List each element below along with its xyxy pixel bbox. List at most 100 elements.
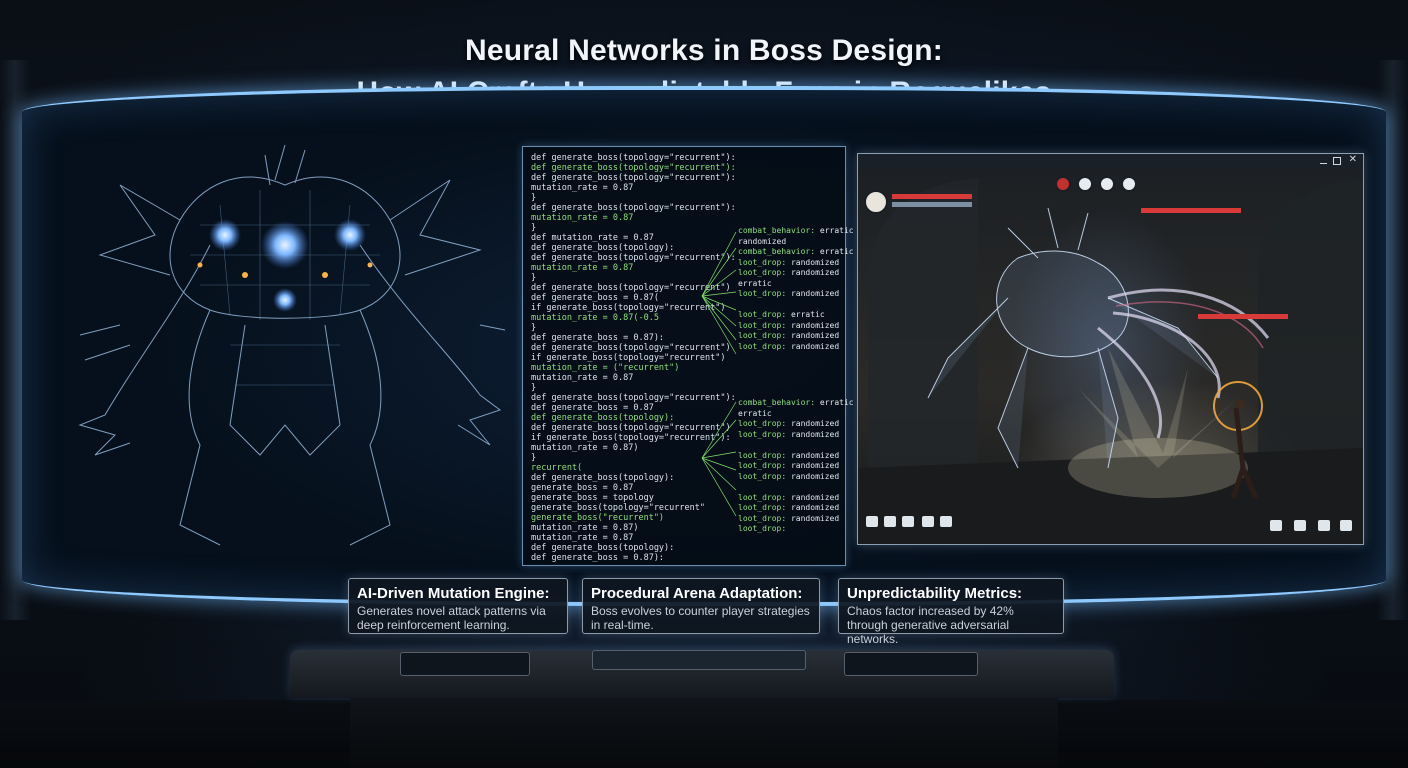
annotation-value: randomized [790,257,840,267]
code-line: mutation_rate = 0.87) [531,443,639,453]
minimize-icon[interactable] [1320,156,1327,164]
annotation-label: loot_drop: randomized [738,419,839,428]
code-line: mutation_rate = 0.87(-0.5 [531,313,659,323]
skill-slot-3[interactable] [902,516,914,527]
annotation-value: randomized [790,341,840,351]
card-body: Boss evolves to counter player strategie… [591,604,810,632]
status-icon-shield[interactable] [1077,176,1093,192]
status-icon-red[interactable] [1055,176,1071,192]
annotation-value: randomized [790,471,840,481]
annotation-key: loot_drop: [738,471,791,481]
skill-slot-2[interactable] [884,516,896,527]
annotation-key: loot_drop: [738,461,791,470]
annotation-value: erratic [819,226,854,235]
annotation-value: randomized [790,429,840,439]
annotation-key: loot_drop: [738,492,791,502]
annotation-value: randomized [790,289,840,298]
annotation-key: loot_drop: [738,419,791,428]
card-body: Chaos factor increased by 42% through ge… [847,604,1014,646]
annotation-key: loot_drop: [738,331,791,340]
card-body: Generates novel attack patterns via deep… [357,604,546,632]
boss-shield-bar [1198,314,1288,319]
console-right[interactable] [844,652,978,676]
boss-health-bar [1141,208,1241,213]
annotation-connectors [701,231,737,517]
status-icon-skill[interactable] [1099,176,1115,192]
annotation-key: loot_drop: [738,503,791,512]
annotation-key: combat_behavior: [738,247,820,256]
game-window[interactable]: ✕ [857,153,1364,545]
annotation-key: loot_drop: [738,450,791,460]
annotation-value: randomized [790,461,840,470]
player-mana-bar [892,202,972,207]
code-line: def generate_boss = 0.87): [531,553,665,563]
boss-hologram [78,144,506,546]
console-center[interactable] [592,650,806,670]
annotation-value: randomized [790,513,840,523]
annotation-label: combat_behavior: erratic [738,226,854,235]
game-titlebar: ✕ [858,154,1363,169]
game-viewport[interactable] [858,168,1363,544]
annotation-value: erratic [738,408,772,418]
phone-icon[interactable] [1270,520,1282,531]
annotation-label: loot_drop: randomized [738,503,839,512]
skill-slot-5[interactable] [940,516,952,527]
annotation-value: randomized [790,419,840,428]
info-card-metrics: Unpredictability Metrics: Chaos factor i… [838,578,1064,646]
annotation-value: randomized [738,236,787,246]
annotation-key: loot_drop: [738,289,791,298]
annotation-label: loot_drop: randomized [738,342,839,351]
info-card-arena: Procedural Arena Adaptation: Boss evolve… [582,578,820,634]
battle-scene [858,178,1363,544]
skill-slot-1[interactable] [866,516,878,527]
annotation-value: randomized [790,320,840,330]
annotation-value: randomized [790,268,840,277]
annotation-key: loot_drop: [738,257,791,267]
code-line: mutation_rate = 0.87 [531,373,634,383]
annotation-key: loot_drop: [738,320,791,330]
camera-icon[interactable] [1294,520,1306,531]
skill-slot-4[interactable] [922,516,934,527]
annotation-label: loot_drop: randomized [738,514,839,523]
annotation-value: erratic [738,278,772,288]
annotation-value: randomized [790,503,840,512]
annotation-label: randomized [738,237,786,246]
console-left[interactable] [400,652,530,676]
annotation-label: loot_drop: randomized [738,289,839,298]
annotation-label: loot_drop: randomized [738,321,839,330]
player-health-bar [892,194,972,199]
annotation-value: erratic [819,247,854,256]
annotation-value: erratic [790,310,825,319]
annotation-label: loot_drop: randomized [738,472,839,481]
annotation-label: loot_drop: randomized [738,493,839,502]
annotation-value: erratic [819,398,854,407]
annotation-key: loot_drop: [738,524,787,533]
exit-icon[interactable] [1340,520,1352,531]
maximize-icon[interactable] [1333,157,1341,165]
annotation-key: loot_drop: [738,429,791,439]
annotation-label: loot_drop: [738,524,786,533]
annotation-label: loot_drop: randomized [738,268,839,277]
annotation-key: loot_drop: [738,268,791,277]
annotation-key: loot_drop: [738,513,791,523]
annotation-key: combat_behavior: [738,398,820,407]
annotation-label: combat_behavior: erratic [738,247,854,256]
annotation-value: randomized [790,331,840,340]
annotation-key: combat_behavior: [738,226,820,235]
annotation-label: loot_drop: erratic [738,310,825,319]
card-title: Unpredictability Metrics: [847,585,1023,602]
annotation-label: loot_drop: randomized [738,331,839,340]
annotation-key: loot_drop: [738,341,791,351]
status-icon-buff[interactable] [1121,176,1137,192]
control-desk [290,650,1114,698]
close-icon[interactable]: ✕ [1349,154,1357,166]
annotation-value: randomized [790,450,840,460]
info-card-mutation: AI-Driven Mutation Engine: Generates nov… [348,578,568,634]
card-title: AI-Driven Mutation Engine: [357,585,550,602]
settings-icon[interactable] [1318,520,1330,531]
card-title: Procedural Arena Adaptation: [591,585,803,602]
annotation-label: loot_drop: randomized [738,258,839,267]
code-line: mutation_rate = 0.87 [531,213,634,223]
boss-portrait-icon [864,190,888,214]
annotation-label: erratic [738,409,772,418]
